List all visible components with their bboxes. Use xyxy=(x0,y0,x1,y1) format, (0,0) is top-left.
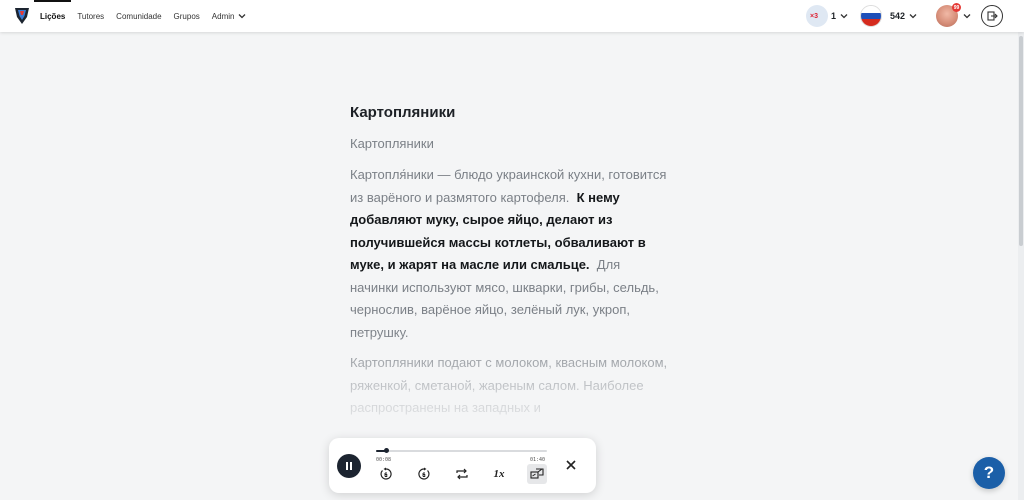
lesson-text: Картопляники Картопляники Картопля́ники … xyxy=(350,104,670,428)
pause-icon xyxy=(346,462,348,470)
streak-dropdown[interactable]: ×3 1 xyxy=(806,5,848,27)
avatar: 99 xyxy=(936,3,961,27)
nav-item-label: Admin xyxy=(211,11,235,21)
forward-5-button[interactable] xyxy=(415,465,433,483)
total-time: 01:40 xyxy=(530,457,546,463)
exit-icon xyxy=(987,11,998,21)
main-nav: Lições Tutores Comunidade Grupos Admin xyxy=(34,0,252,32)
audio-player: 00:08 01:40 1x xyxy=(329,438,596,493)
nav-item-admin[interactable]: Admin xyxy=(206,0,253,32)
sentence[interactable]: Картопляники подают с молоком, квасным м… xyxy=(350,355,667,415)
paragraph: Картопляники подают с молоком, квасным м… xyxy=(350,352,670,420)
notification-badge: 99 xyxy=(952,3,961,12)
speed-label: 1x xyxy=(493,468,505,480)
repeat-button[interactable] xyxy=(453,465,471,483)
paragraph: Картопля́ники — блюдо украинской кухни, … xyxy=(350,164,670,344)
translation-toggle-button[interactable] xyxy=(527,464,547,484)
pause-icon xyxy=(350,462,352,470)
repeat-icon xyxy=(456,468,468,480)
nav-item-comunidade[interactable]: Comunidade xyxy=(110,0,167,32)
help-button[interactable]: ? xyxy=(973,457,1005,489)
rewind-icon xyxy=(380,467,392,480)
nav-item-label: Tutores xyxy=(77,11,105,21)
nav-item-tutores[interactable]: Tutores xyxy=(71,0,110,32)
lesson-title: Картопляники xyxy=(350,104,456,121)
nav-item-label: Comunidade xyxy=(116,11,162,21)
progress-bar[interactable] xyxy=(376,448,547,453)
nav-item-licoes[interactable]: Lições xyxy=(34,0,72,32)
lesson-subtitle: Картопляники xyxy=(350,136,434,151)
chevron-down-icon xyxy=(963,14,971,19)
nav-item-label: Grupos xyxy=(173,11,200,21)
top-navigation-bar: Lições Tutores Comunidade Grupos Admin ×… xyxy=(0,0,1024,32)
chevron-down-icon xyxy=(840,14,848,19)
streak-count: 1 xyxy=(831,11,837,21)
close-player-icon[interactable] xyxy=(564,458,578,472)
pause-button[interactable] xyxy=(337,454,361,478)
nav-item-grupos[interactable]: Grupos xyxy=(168,0,206,32)
chevron-down-icon xyxy=(239,14,246,19)
current-time: 00:08 xyxy=(376,457,392,463)
logo-icon[interactable] xyxy=(14,7,30,25)
streak-icon: ×3 xyxy=(806,5,828,27)
speed-button[interactable]: 1x xyxy=(490,465,508,483)
forward-icon xyxy=(418,467,430,480)
rewind-5-button[interactable] xyxy=(377,465,395,483)
chevron-down-icon xyxy=(909,14,917,19)
streak-multiplier: ×3 xyxy=(810,13,818,20)
scrollbar-thumb[interactable] xyxy=(1019,36,1023,246)
russian-flag-icon xyxy=(860,5,882,27)
exit-lesson-button[interactable] xyxy=(981,5,1003,27)
translate-icon xyxy=(530,468,544,479)
help-label: ? xyxy=(983,463,995,482)
profile-dropdown[interactable]: 99 xyxy=(936,3,971,27)
language-points-dropdown[interactable]: 542 xyxy=(860,5,917,27)
points-count: 542 xyxy=(890,11,906,21)
nav-item-label: Lições xyxy=(40,11,66,21)
progress-knob[interactable] xyxy=(383,448,389,453)
